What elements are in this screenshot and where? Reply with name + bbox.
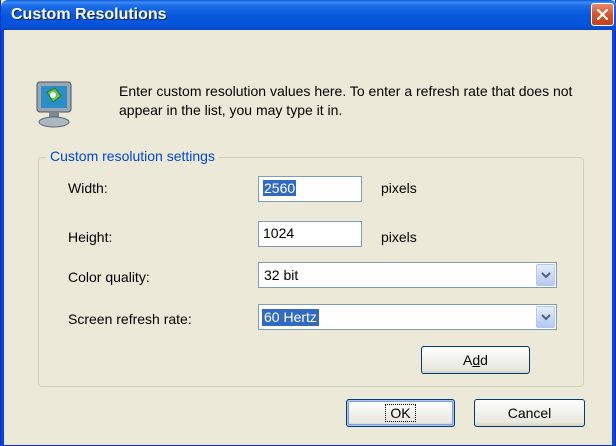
- window-border-right: [612, 30, 615, 446]
- ok-button-label: OK: [385, 404, 416, 422]
- refresh-rate-select[interactable]: 60 Hertz: [258, 304, 557, 330]
- add-button[interactable]: Add: [421, 346, 530, 374]
- add-button-label: Add: [463, 352, 488, 368]
- chevron-down-icon: [541, 272, 551, 279]
- window-border-left: [1, 30, 4, 446]
- refresh-rate-value: 60 Hertz: [262, 309, 319, 326]
- color-quality-select[interactable]: 32 bit: [258, 262, 557, 288]
- refresh-rate-label: Screen refresh rate:: [68, 311, 192, 327]
- color-quality-label: Color quality:: [68, 269, 150, 285]
- width-unit: pixels: [381, 180, 417, 196]
- cancel-button[interactable]: Cancel: [474, 399, 585, 427]
- ok-button[interactable]: OK: [346, 399, 455, 427]
- chevron-down-icon: [541, 314, 551, 321]
- width-value: 2560: [263, 180, 297, 196]
- window-title: Custom Resolutions: [11, 6, 167, 23]
- height-label: Height:: [68, 229, 113, 245]
- close-icon: [597, 9, 608, 20]
- width-label: Width:: [68, 180, 108, 196]
- refresh-rate-dropdown-button[interactable]: [536, 306, 555, 328]
- custom-resolutions-dialog: Custom Resolutions Enter custom resoluti…: [0, 0, 616, 446]
- close-button[interactable]: [591, 3, 614, 26]
- height-value: 1024: [263, 225, 295, 241]
- title-bar[interactable]: Custom Resolutions: [1, 0, 616, 30]
- height-unit: pixels: [381, 229, 417, 245]
- cancel-button-label: Cancel: [507, 405, 552, 421]
- height-input[interactable]: 1024: [258, 221, 362, 247]
- group-label: Custom resolution settings: [46, 148, 219, 164]
- color-quality-value: 32 bit: [264, 267, 299, 283]
- width-input[interactable]: 2560: [258, 176, 362, 202]
- monitor-icon: [36, 81, 72, 128]
- color-quality-dropdown-button[interactable]: [536, 264, 555, 286]
- intro-text: Enter custom resolution values here. To …: [119, 83, 573, 118]
